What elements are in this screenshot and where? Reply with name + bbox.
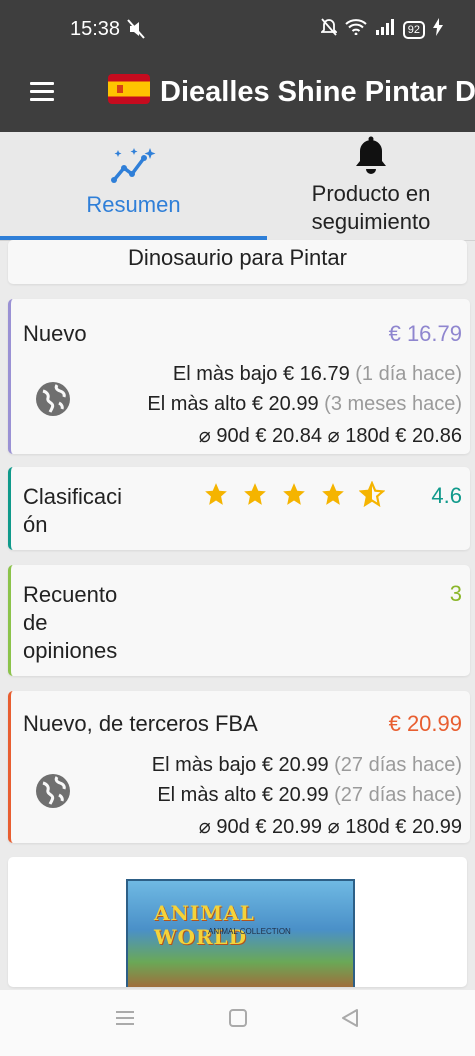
rating-card[interactable]: Clasificaci ón 4.6 (8, 467, 470, 550)
menu-icon[interactable] (30, 82, 54, 102)
reviews-count: 3 (449, 581, 462, 606)
highest-value: € 20.99 (251, 393, 319, 415)
fba-lowest-row: El màs bajo € 20.99 (27 días hace) (152, 754, 462, 777)
lowest-when: (1 día hace) (355, 363, 462, 385)
nuevo-price: € 16.79 (388, 321, 462, 346)
product-image: ANIMAL WORLD ANIMAL COLLECTION (126, 879, 355, 987)
lowest-when: (27 días hace) (334, 754, 462, 776)
avg-90-label: ⌀ 90d (198, 425, 250, 447)
bell-icon (354, 136, 388, 181)
avg-180-label: ⌀ 180d (327, 425, 390, 447)
tab-producto-seguimiento[interactable]: Producto en seguimiento (267, 132, 475, 240)
fba-average-row: ⌀ 90d € 20.99 ⌀ 180d € 20.99 (199, 814, 462, 839)
avg-90-label: ⌀ 90d (198, 816, 250, 838)
star-full-icon (205, 483, 227, 505)
signal-icon (375, 19, 395, 40)
nuevo-highest-row: El màs alto € 20.99 (3 meses hace) (147, 393, 462, 416)
reviews-card[interactable]: Recuento de opiniones 3 (8, 565, 470, 676)
rating-value: 4.6 (431, 483, 462, 508)
avg-90-value: € 20.99 (255, 816, 323, 838)
avg-90-value: € 20.84 (255, 425, 323, 447)
back-icon[interactable] (340, 1008, 360, 1033)
fba-price-card[interactable]: Nuevo, de terceros FBA € 20.99 El màs ba… (8, 691, 470, 843)
fba-price: € 20.99 (388, 711, 462, 736)
rating-label-line1: Clasificaci (23, 484, 123, 509)
reviews-label-line1: Recuento (23, 582, 118, 607)
star-full-icon (322, 483, 344, 505)
tab-bar: Resumen Producto en seguimiento (0, 132, 475, 241)
highest-value: € 20.99 (261, 784, 329, 806)
rating-stars (203, 481, 385, 507)
reviews-label-line3: opiniones (23, 638, 118, 663)
globe-icon[interactable] (35, 773, 71, 814)
alarm-off-icon (319, 18, 338, 41)
charging-icon (433, 18, 443, 41)
nuevo-average-row: ⌀ 90d € 20.84 ⌀ 180d € 20.86 (199, 423, 462, 448)
system-nav-bar (0, 990, 475, 1056)
box-title: ANIMAL WORLD (154, 901, 255, 949)
globe-icon[interactable] (35, 381, 71, 422)
status-bar: 15:38 92 (0, 0, 475, 62)
product-name-card: Dinosaurio para Pintar (8, 240, 467, 284)
nuevo-lowest-row: El màs bajo € 16.79 (1 día hace) (173, 363, 462, 386)
lowest-value: € 20.99 (261, 754, 329, 776)
product-name: Dinosaurio para Pintar (128, 245, 347, 270)
status-time: 15:38 (70, 18, 121, 40)
box-subtitle: ANIMAL COLLECTION (208, 927, 291, 936)
lowest-value: € 16.79 (282, 363, 350, 385)
reviews-label: Recuento de opiniones (23, 581, 117, 665)
nuevo-price-card[interactable]: Nuevo € 16.79 El màs bajo € 16.79 (1 día… (8, 299, 470, 454)
mute-icon (126, 18, 146, 45)
app-bar: Diealles Shine Pintar Di (0, 62, 475, 132)
wifi-icon (345, 19, 367, 40)
star-full-icon (283, 483, 305, 505)
lowest-label: El màs bajo (172, 363, 278, 385)
rating-label: Clasificaci ón (23, 483, 122, 539)
battery-indicator: 92 (402, 20, 425, 39)
rating-label-line2: ón (23, 512, 48, 537)
highest-when: (3 meses hace) (324, 393, 462, 415)
reviews-label-line2: de (23, 610, 48, 635)
sparkle-chart-icon (110, 146, 158, 191)
fba-label: Nuevo, de terceros FBA (23, 711, 258, 736)
nuevo-label: Nuevo (23, 321, 87, 346)
avg-180-value: € 20.99 (395, 816, 462, 838)
app-title: Diealles Shine Pintar Di (160, 76, 475, 108)
highest-when: (27 días hace) (334, 784, 462, 806)
highest-label: El màs alto (157, 784, 257, 806)
tab-resumen-label: Resumen (86, 192, 181, 217)
home-icon[interactable] (228, 1008, 248, 1033)
fba-highest-row: El màs alto € 20.99 (27 días hace) (157, 784, 462, 807)
recents-icon[interactable] (114, 1008, 136, 1033)
product-image-card[interactable]: ANIMAL WORLD ANIMAL COLLECTION (8, 857, 467, 987)
spain-flag-icon (108, 74, 150, 104)
highest-label: El màs alto (147, 393, 247, 415)
tab-producto-label: Producto en seguimiento (311, 181, 431, 234)
lowest-label: El màs bajo (151, 754, 257, 776)
tab-resumen[interactable]: Resumen (0, 132, 267, 240)
avg-180-label: ⌀ 180d (327, 816, 390, 838)
avg-180-value: € 20.86 (395, 425, 462, 447)
star-half-icon (359, 481, 385, 507)
star-full-icon (244, 483, 266, 505)
